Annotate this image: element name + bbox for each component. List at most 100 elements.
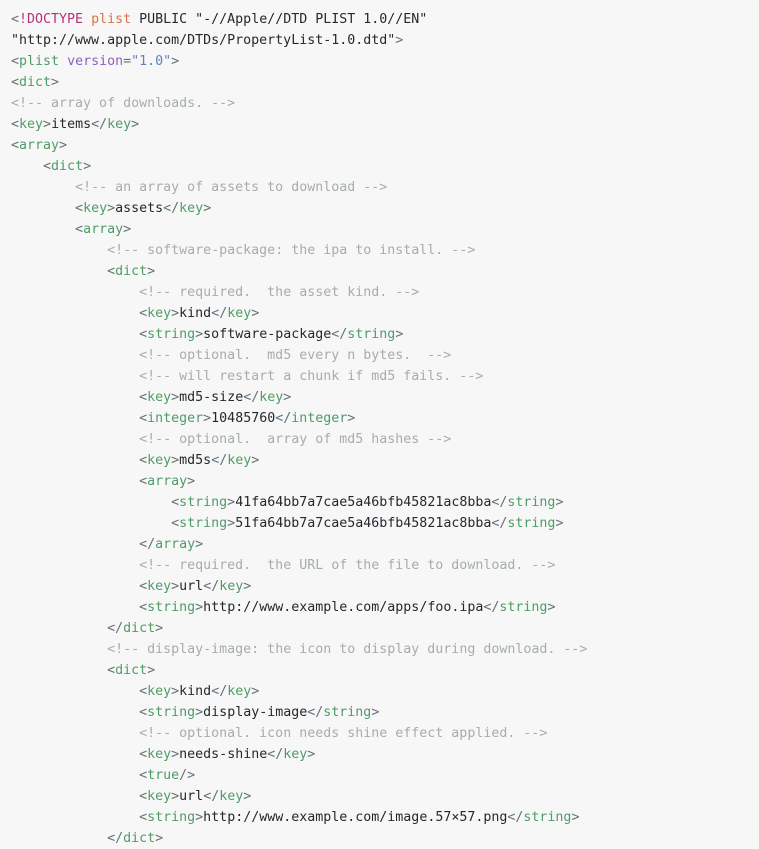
- code-token-punct: >: [371, 705, 380, 720]
- code-line: <!-- array of downloads. -->: [11, 93, 759, 114]
- code-line: <key>needs-shine</key>: [11, 744, 759, 765]
- code-token-punct: >: [251, 453, 260, 468]
- code-token-punct: >: [155, 831, 164, 846]
- code-line: <string>41fa64bb7a7cae5a46bfb45821ac8bba…: [11, 492, 759, 513]
- code-source-view[interactable]: <!DOCTYPE plist PUBLIC "-//Apple//DTD PL…: [0, 0, 759, 849]
- code-line: <!-- an array of assets to download -->: [11, 177, 759, 198]
- code-token-punct: </: [211, 684, 228, 699]
- code-line: <integer>10485760</integer>: [11, 408, 759, 429]
- code-token-tag: dict: [123, 831, 156, 846]
- code-token-comment: <!-- required. the asset kind. -->: [139, 285, 420, 300]
- code-token-punct: <: [107, 264, 116, 279]
- code-line: <key>items</key>: [11, 114, 759, 135]
- code-token-tag: string: [179, 495, 228, 510]
- code-token-punct: >: [251, 306, 260, 321]
- code-token-tag: key: [147, 390, 172, 405]
- code-token-tag: key: [147, 789, 172, 804]
- code-token-tag: key: [259, 390, 284, 405]
- code-token-punct: </: [243, 390, 260, 405]
- code-token-comment: <!-- optional. array of md5 hashes -->: [139, 432, 452, 447]
- code-token-tag: key: [107, 117, 132, 132]
- code-token-punct: <: [11, 138, 20, 153]
- code-token-punct: </: [107, 831, 124, 846]
- code-token-punct: >: [155, 621, 164, 636]
- code-line: </dict>: [11, 828, 759, 849]
- code-line: "http://www.apple.com/DTDs/PropertyList-…: [11, 30, 759, 51]
- code-token-tag: key: [219, 579, 244, 594]
- code-token-punct: >: [243, 789, 252, 804]
- code-token-punct: <: [139, 705, 148, 720]
- code-line: <string>display-image</string>: [11, 702, 759, 723]
- code-token-punct: <: [139, 684, 148, 699]
- code-token-tag: string: [179, 516, 228, 531]
- code-token-punct: >: [195, 705, 204, 720]
- code-token-tag: string: [347, 327, 396, 342]
- code-token-comment: <!-- optional. md5 every n bytes. -->: [139, 348, 452, 363]
- code-token-text: http://www.example.com/apps/foo.ipa: [203, 600, 484, 615]
- code-token-tag: string: [523, 810, 572, 825]
- code-token-doctype-text: [83, 12, 91, 27]
- code-token-text: url: [179, 789, 204, 804]
- code-token-tag: array: [83, 222, 124, 237]
- code-token-tag: key: [147, 684, 172, 699]
- code-line: <true/>: [11, 765, 759, 786]
- code-token-punct: </: [211, 306, 228, 321]
- code-token-tag: key: [147, 579, 172, 594]
- code-line: <key>url</key>: [11, 786, 759, 807]
- code-token-tag: key: [219, 789, 244, 804]
- code-token-punct: <: [11, 117, 20, 132]
- code-token-punct: <: [43, 159, 52, 174]
- code-token-punct: >: [171, 747, 180, 762]
- code-token-punct: </: [211, 453, 228, 468]
- code-token-punct: <: [11, 75, 20, 90]
- code-token-punct: <: [139, 810, 148, 825]
- code-token-punct: >: [83, 159, 92, 174]
- code-token-punct: >: [347, 411, 356, 426]
- code-token-tag: true: [147, 768, 180, 783]
- code-token-punct: </: [203, 789, 220, 804]
- code-line: <!-- display-image: the icon to display …: [11, 639, 759, 660]
- code-token-tag: key: [179, 201, 204, 216]
- code-line: <string>http://www.example.com/apps/foo.…: [11, 597, 759, 618]
- code-token-punct: >: [555, 516, 564, 531]
- code-token-punct: >: [187, 474, 196, 489]
- code-token-punct: <: [139, 411, 148, 426]
- code-token-comment: <!-- an array of assets to download -->: [75, 180, 388, 195]
- code-line: <key>md5s</key>: [11, 450, 759, 471]
- code-token-tag: string: [507, 495, 556, 510]
- code-line: <string>software-package</string>: [11, 324, 759, 345]
- code-token-punct: <: [139, 747, 148, 762]
- code-token-punct: </: [163, 201, 180, 216]
- code-token-punct: >: [131, 117, 140, 132]
- code-line: <dict>: [11, 156, 759, 177]
- code-line: <key>kind</key>: [11, 681, 759, 702]
- code-token-comment: <!-- will restart a chunk if md5 fails. …: [139, 369, 484, 384]
- code-token-punct: </: [107, 621, 124, 636]
- code-token-punct: <: [75, 222, 84, 237]
- code-token-tag: key: [147, 453, 172, 468]
- code-token-punct: =: [123, 54, 132, 69]
- code-line: <string>http://www.example.com/image.57×…: [11, 807, 759, 828]
- code-token-punct: >: [243, 579, 252, 594]
- code-token-punct: <: [139, 768, 148, 783]
- code-token-punct: </: [307, 705, 324, 720]
- code-token-punct: >: [147, 264, 156, 279]
- code-token-tag: key: [83, 201, 108, 216]
- code-token-punct: >: [555, 495, 564, 510]
- code-line: <dict>: [11, 72, 759, 93]
- code-line: <key>kind</key>: [11, 303, 759, 324]
- code-token-punct: />: [179, 768, 196, 783]
- code-token-tag: dict: [51, 159, 84, 174]
